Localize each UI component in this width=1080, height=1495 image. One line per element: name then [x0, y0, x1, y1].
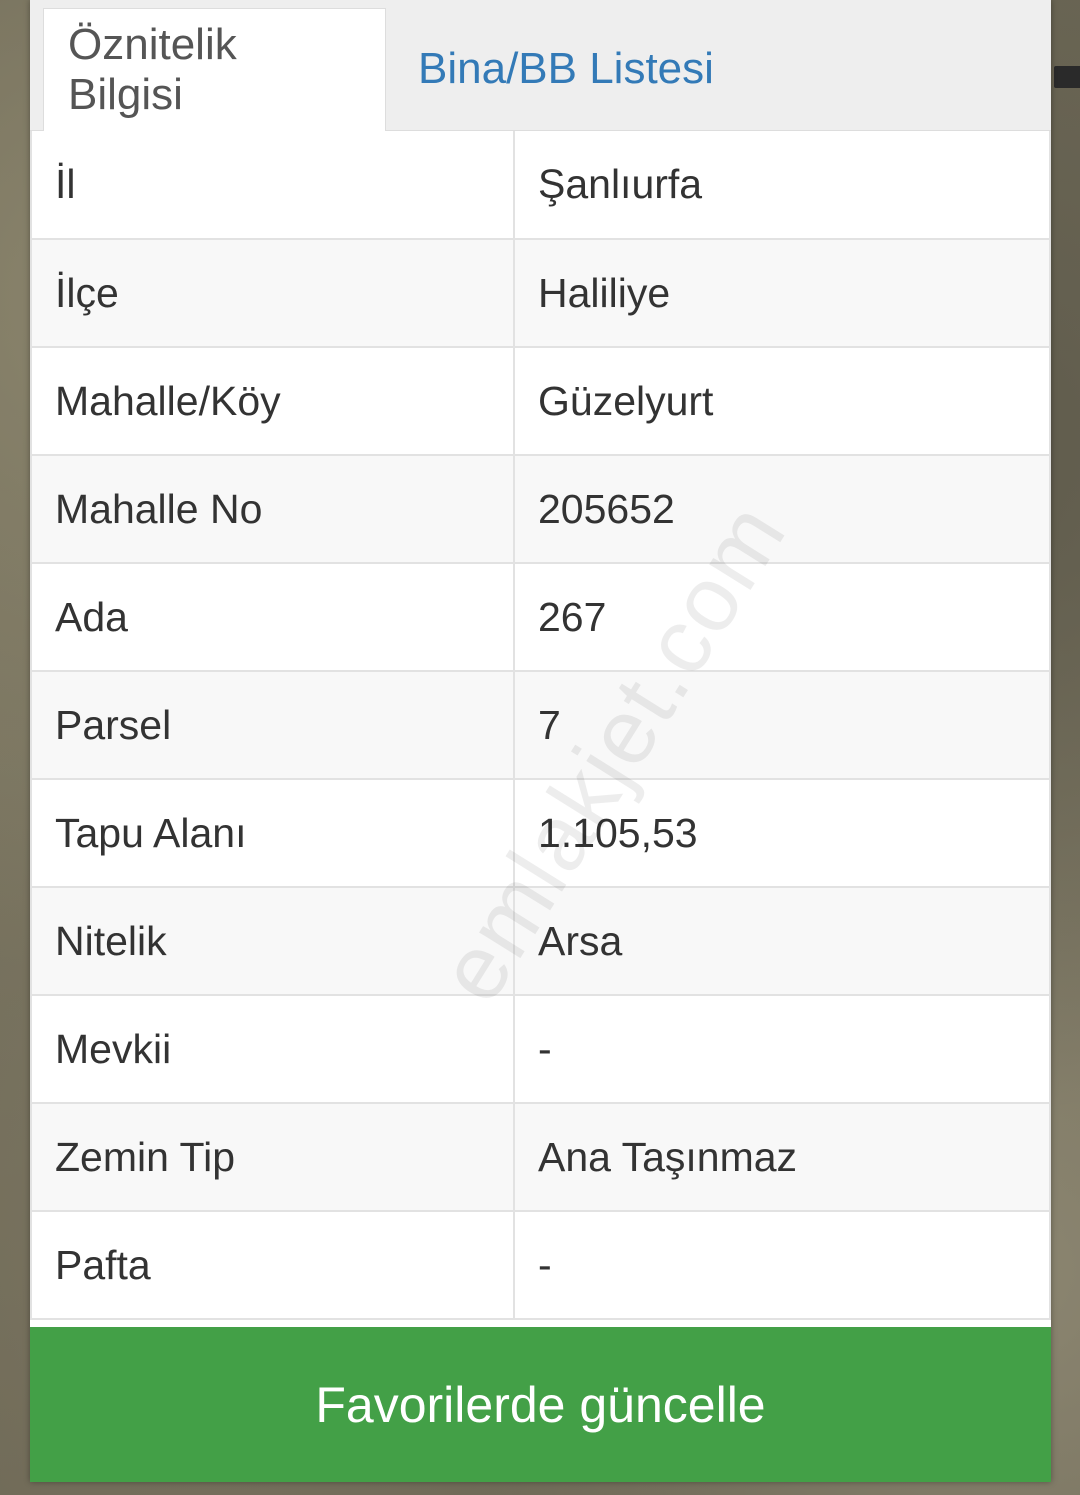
row-label: Pafta: [30, 1210, 515, 1320]
row-value: Şanlıurfa: [513, 131, 1051, 240]
row-label: Parsel: [30, 670, 515, 780]
row-value: Haliliye: [513, 238, 1051, 348]
row-value: 7: [513, 670, 1051, 780]
attribute-table: İl Şanlıurfa İlçe Haliliye Mahalle/Köy G…: [30, 131, 1051, 1320]
row-value: -: [513, 1210, 1051, 1320]
row-label: Zemin Tip: [30, 1102, 515, 1212]
attribute-panel: Öznitelik Bilgisi Bina/BB Listesi İl Şan…: [30, 0, 1051, 1482]
tab-oznitelik-bilgisi[interactable]: Öznitelik Bilgisi: [43, 8, 386, 131]
row-value: Ana Taşınmaz: [513, 1102, 1051, 1212]
table-row: Parsel 7: [30, 670, 1051, 780]
table-row: Nitelik Arsa: [30, 886, 1051, 996]
table-row: Pafta -: [30, 1210, 1051, 1320]
table-row: İl Şanlıurfa: [30, 131, 1051, 240]
row-value: Güzelyurt: [513, 346, 1051, 456]
row-value: Arsa: [513, 886, 1051, 996]
table-row: Zemin Tip Ana Taşınmaz: [30, 1102, 1051, 1212]
table-row: Ada 267: [30, 562, 1051, 672]
row-label: İl: [30, 131, 515, 240]
row-value: -: [513, 994, 1051, 1104]
tab-bina-bb-listesi[interactable]: Bina/BB Listesi: [394, 8, 738, 130]
row-label: Mahalle/Köy: [30, 346, 515, 456]
table-row: Mevkii -: [30, 994, 1051, 1104]
row-label: Nitelik: [30, 886, 515, 996]
table-row: Mahalle No 205652: [30, 454, 1051, 564]
row-label: Ada: [30, 562, 515, 672]
update-favorites-button[interactable]: Favorilerde güncelle: [30, 1327, 1051, 1482]
table-row: Tapu Alanı 1.105,53: [30, 778, 1051, 888]
row-label: Mevkii: [30, 994, 515, 1104]
row-value: 267: [513, 562, 1051, 672]
map-control-edge[interactable]: [1054, 66, 1080, 88]
table-row: Mahalle/Köy Güzelyurt: [30, 346, 1051, 456]
tab-bar: Öznitelik Bilgisi Bina/BB Listesi: [30, 0, 1051, 131]
row-label: Mahalle No: [30, 454, 515, 564]
table-row: İlçe Haliliye: [30, 238, 1051, 348]
row-value: 1.105,53: [513, 778, 1051, 888]
row-label: İlçe: [30, 238, 515, 348]
row-label: Tapu Alanı: [30, 778, 515, 888]
row-value: 205652: [513, 454, 1051, 564]
